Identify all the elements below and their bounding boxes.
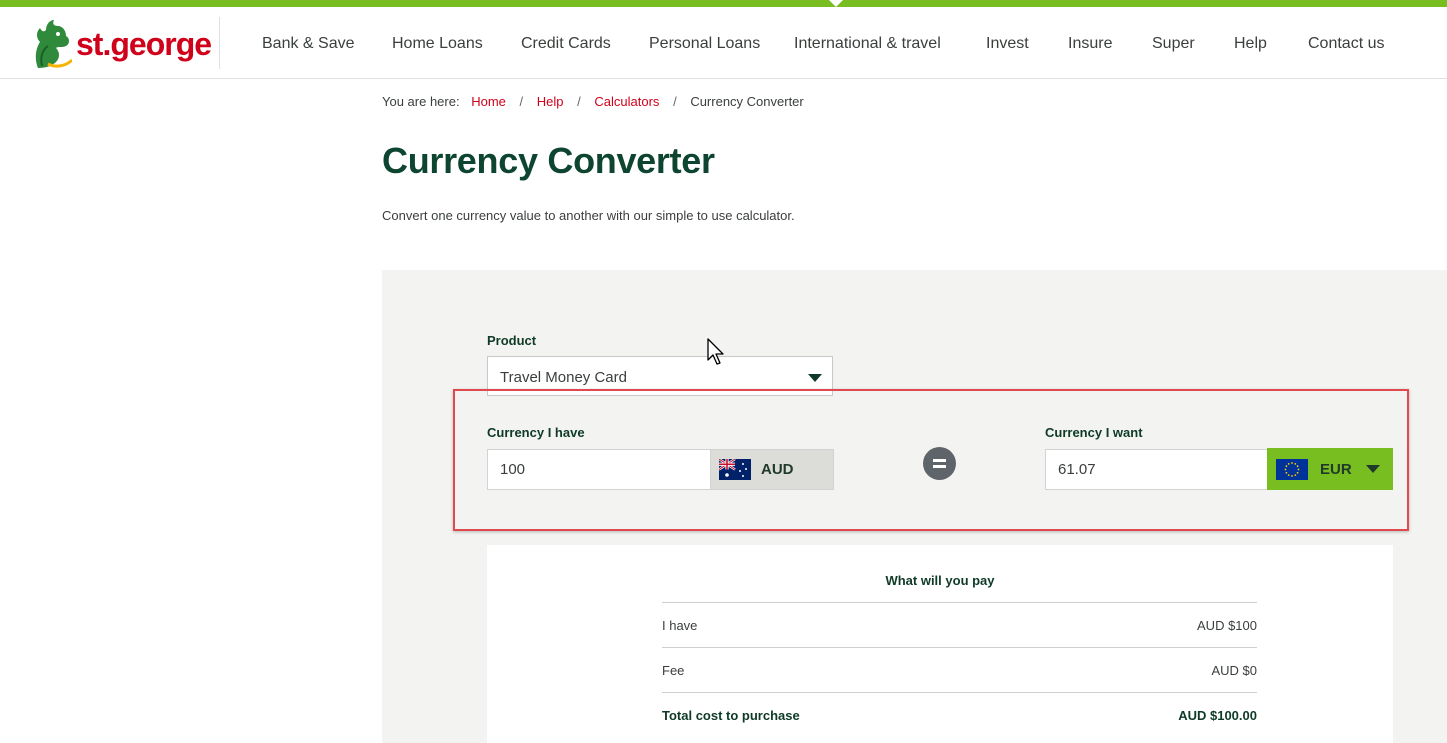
- summary-row-value: AUD $0: [1211, 663, 1257, 678]
- brand-logo[interactable]: st.george: [30, 17, 212, 71]
- summary-row-value: AUD $100.00: [1178, 708, 1257, 723]
- currency-have-label: Currency I have: [487, 425, 585, 440]
- summary-row-label: Fee: [662, 663, 685, 678]
- product-label: Product: [487, 333, 537, 348]
- page-intro: Convert one currency value to another wi…: [382, 208, 795, 223]
- nav-super[interactable]: Super: [1152, 35, 1195, 53]
- breadcrumb-separator: /: [519, 94, 524, 109]
- nav-credit-cards[interactable]: Credit Cards: [521, 35, 611, 53]
- currency-want-label: Currency I want: [1045, 425, 1143, 440]
- summary-row-total: Total cost to purchase AUD $100.00: [662, 708, 1257, 723]
- equals-icon: [923, 447, 956, 480]
- nav-home-loans[interactable]: Home Loans: [392, 35, 483, 53]
- chevron-down-icon: [1366, 465, 1380, 473]
- breadcrumb-separator: /: [577, 94, 581, 109]
- breadcrumb-prefix: You are here:: [382, 94, 460, 109]
- nav-international-travel[interactable]: International & travel: [794, 35, 941, 53]
- brand-wordmark: st.george: [76, 25, 212, 62]
- summary-title: What will you pay: [885, 573, 995, 588]
- currency-have-selector: AUD: [710, 449, 834, 490]
- top-accent-bar: [0, 0, 1447, 7]
- summary-divider: [662, 602, 1257, 603]
- breadcrumb-help[interactable]: Help: [537, 94, 564, 109]
- summary-row: Fee AUD $0: [662, 663, 1257, 678]
- nav-bank-save[interactable]: Bank & Save: [262, 35, 355, 53]
- payment-summary: What will you pay I have AUD $100 Fee AU…: [487, 545, 1393, 743]
- breadcrumb: You are here: Home / Help / Calculators …: [382, 94, 804, 109]
- chevron-down-icon: [808, 374, 822, 382]
- eu-flag-icon: [1276, 459, 1308, 480]
- nav-contact-us[interactable]: Contact us: [1308, 35, 1384, 53]
- nav-help[interactable]: Help: [1234, 35, 1267, 53]
- currency-want-code: EUR: [1320, 461, 1352, 478]
- breadcrumb-separator: /: [673, 94, 677, 109]
- currency-want-input[interactable]: 61.07: [1045, 449, 1268, 490]
- logo-divider: [219, 17, 220, 69]
- nav-invest[interactable]: Invest: [986, 35, 1029, 53]
- page-title: Currency Converter: [382, 140, 715, 181]
- summary-divider: [662, 647, 1257, 648]
- summary-divider: [662, 692, 1257, 693]
- breadcrumb-home[interactable]: Home: [471, 94, 506, 109]
- summary-row-label: Total cost to purchase: [662, 708, 800, 723]
- summary-row-value: AUD $100: [1197, 618, 1257, 633]
- site-header: st.george Bank & Save Home Loans Credit …: [0, 7, 1447, 79]
- product-select-value: Travel Money Card: [500, 369, 627, 386]
- currency-have-input[interactable]: 100: [487, 449, 711, 490]
- breadcrumb-calculators[interactable]: Calculators: [594, 94, 659, 109]
- australia-flag-icon: [719, 459, 751, 480]
- currency-want-dropdown[interactable]: EUR: [1267, 448, 1393, 490]
- breadcrumb-current: Currency Converter: [690, 94, 804, 109]
- mouse-cursor-icon: [707, 338, 724, 365]
- summary-row-label: I have: [662, 618, 698, 633]
- dragon-logo-icon: [35, 20, 72, 68]
- currency-have-code: AUD: [761, 461, 794, 478]
- summary-row: I have AUD $100: [662, 618, 1257, 633]
- nav-active-notch: [829, 0, 843, 7]
- nav-personal-loans[interactable]: Personal Loans: [649, 35, 760, 53]
- nav-insure[interactable]: Insure: [1068, 35, 1112, 53]
